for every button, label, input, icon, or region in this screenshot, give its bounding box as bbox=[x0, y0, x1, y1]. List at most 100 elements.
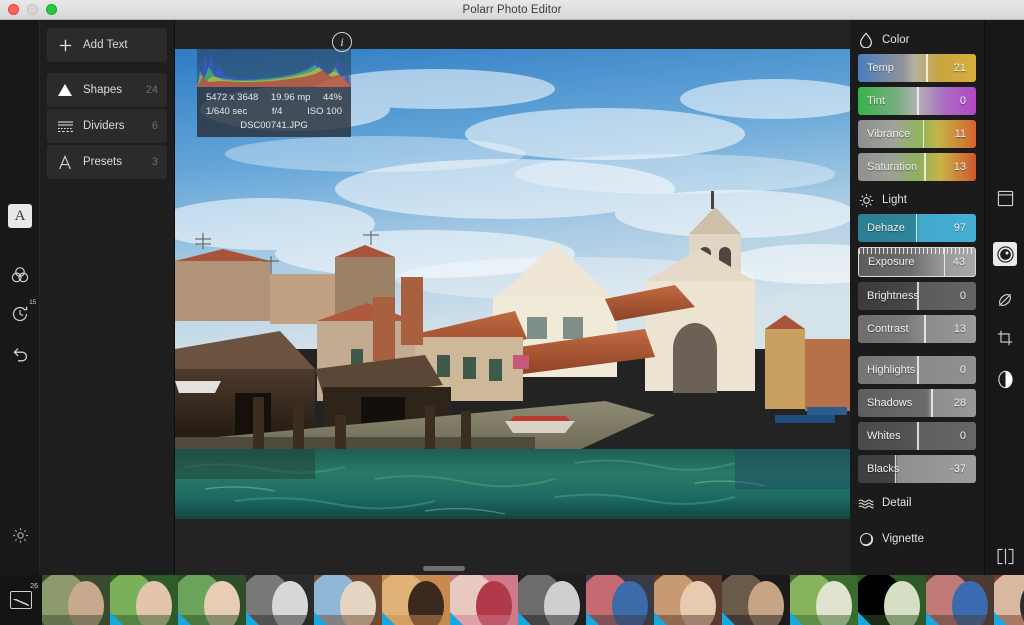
section-title-color: Color bbox=[882, 34, 910, 46]
slider-exposure[interactable]: Exposure 43 bbox=[858, 247, 976, 277]
aperture: f/4 bbox=[271, 106, 283, 117]
slider-knob[interactable] bbox=[924, 315, 926, 343]
filmstrip-thumbnail[interactable] bbox=[110, 575, 178, 625]
slider-vibrance[interactable]: Vibrance 11 bbox=[858, 120, 976, 148]
thumbnail-marker bbox=[382, 612, 395, 625]
slider-dehaze[interactable]: Dehaze 97 bbox=[858, 214, 976, 242]
slider-value: 0 bbox=[959, 430, 966, 442]
slider-value: 13 bbox=[953, 161, 966, 173]
slider-knob[interactable] bbox=[924, 153, 926, 181]
iso-value: ISO 100 bbox=[307, 106, 342, 117]
filmstrip-thumbnail[interactable] bbox=[246, 575, 314, 625]
photo-library-button[interactable]: 26 bbox=[0, 575, 42, 625]
gear-icon bbox=[12, 527, 28, 543]
info-button[interactable]: i bbox=[332, 32, 352, 52]
slider-saturation[interactable]: Saturation 13 bbox=[858, 153, 976, 181]
dividers-icon bbox=[56, 117, 74, 135]
thumbnail-marker bbox=[246, 612, 259, 625]
filmstrip-thumbnail[interactable] bbox=[790, 575, 858, 625]
section-header-color[interactable]: Color bbox=[850, 26, 984, 54]
dividers-button[interactable]: Dividers 6 bbox=[47, 109, 167, 143]
slider-label: Contrast bbox=[867, 323, 909, 335]
slider-knob[interactable] bbox=[931, 389, 933, 417]
slider-value: 28 bbox=[953, 397, 966, 409]
photo-count-badge: 26 bbox=[30, 583, 38, 590]
thumbnail-marker bbox=[314, 612, 327, 625]
slider-contrast[interactable]: Contrast 13 bbox=[858, 315, 976, 343]
filmstrip-thumbnail[interactable] bbox=[654, 575, 722, 625]
filmstrip-thumbnail[interactable] bbox=[926, 575, 994, 625]
image-megapixels: 19.96 mp bbox=[270, 92, 311, 103]
thumbnail-marker bbox=[178, 612, 191, 625]
slider-value: 21 bbox=[953, 62, 966, 74]
slider-knob[interactable] bbox=[915, 214, 918, 242]
thumbnail-image bbox=[42, 575, 110, 625]
slider-value: 0 bbox=[959, 95, 966, 107]
metadata-box: 5472 x 3648 19.96 mp 44% 1/640 sec f/4 I… bbox=[197, 87, 351, 137]
filmstrip-thumbnail[interactable] bbox=[858, 575, 926, 625]
droplet-icon bbox=[858, 32, 874, 48]
history-tool-button[interactable]: 15 bbox=[8, 299, 36, 326]
filmstrip-thumbnail[interactable] bbox=[586, 575, 654, 625]
slider-value: 97 bbox=[953, 222, 966, 234]
sun-icon bbox=[858, 192, 874, 208]
filmstrip-thumbnail[interactable] bbox=[994, 575, 1024, 625]
slider-knob[interactable] bbox=[917, 87, 919, 115]
frame-tool-button[interactable] bbox=[993, 186, 1017, 210]
adjust-tool-button[interactable] bbox=[993, 242, 1017, 266]
filmstrip-thumbnail[interactable] bbox=[722, 575, 790, 625]
mask-tool-button[interactable] bbox=[993, 367, 1017, 391]
thumbnail-marker bbox=[858, 612, 871, 625]
section-header-light[interactable]: Light bbox=[850, 186, 984, 214]
slider-label: Highlights bbox=[867, 364, 916, 376]
filmstrip-thumbnail[interactable] bbox=[450, 575, 518, 625]
presets-button[interactable]: Presets 3 bbox=[47, 145, 167, 179]
settings-button[interactable] bbox=[8, 523, 32, 547]
slider-value: -37 bbox=[950, 463, 966, 475]
undo-button[interactable] bbox=[8, 342, 32, 366]
crop-tool-button[interactable] bbox=[993, 326, 1017, 350]
slider-label: Vibrance bbox=[867, 128, 911, 140]
slider-tint[interactable]: Tint 0 bbox=[858, 87, 976, 115]
slider-blacks[interactable]: Blacks -37 bbox=[858, 455, 976, 483]
image-info-overlay: 5472 x 3648 19.96 mp 44% 1/640 sec f/4 I… bbox=[197, 47, 351, 137]
color-tool-button[interactable] bbox=[8, 263, 32, 287]
retouch-tool-button[interactable] bbox=[993, 288, 1017, 312]
panel-divider bbox=[40, 64, 174, 73]
filmstrip-thumbnail[interactable] bbox=[42, 575, 110, 625]
thumbnail-marker bbox=[926, 612, 939, 625]
section-header-vignette[interactable]: Vignette bbox=[850, 525, 984, 553]
histogram bbox=[197, 47, 351, 87]
filmstrip[interactable]: 26 bbox=[0, 575, 1024, 625]
slider-label: Dehaze bbox=[867, 222, 905, 234]
add-text-button[interactable]: Add Text bbox=[47, 28, 167, 62]
slider-brightness[interactable]: Brightness 0 bbox=[858, 282, 976, 310]
slider-shadows[interactable]: Shadows 28 bbox=[858, 389, 976, 417]
slider-whites[interactable]: Whites 0 bbox=[858, 422, 976, 450]
slider-temp[interactable]: Temp 21 bbox=[858, 54, 976, 82]
slider-knob[interactable] bbox=[917, 422, 919, 450]
slider-knob[interactable] bbox=[922, 120, 925, 148]
left-toolbar: A 15 bbox=[0, 20, 40, 575]
scrollbar-thumb[interactable] bbox=[423, 566, 465, 571]
filmstrip-track[interactable] bbox=[42, 575, 1024, 625]
section-title-light: Light bbox=[882, 194, 907, 206]
section-header-detail[interactable]: Detail bbox=[850, 489, 984, 517]
slider-knob[interactable] bbox=[917, 356, 919, 384]
filmstrip-thumbnail[interactable] bbox=[178, 575, 246, 625]
image-canvas-area[interactable]: i 5472 x 3648 19.96 mp 44% 1/640 sec f/4… bbox=[175, 20, 850, 575]
filmstrip-thumbnail[interactable] bbox=[382, 575, 450, 625]
compare-tool-button[interactable] bbox=[993, 544, 1017, 568]
filmstrip-thumbnail[interactable] bbox=[518, 575, 586, 625]
thumbnail-marker bbox=[790, 612, 803, 625]
thumbnail-marker bbox=[450, 612, 463, 625]
slider-highlights[interactable]: Highlights 0 bbox=[858, 356, 976, 384]
zoom-level: 44% bbox=[322, 92, 342, 103]
history-count-badge: 15 bbox=[29, 299, 36, 306]
text-tool-button[interactable]: A bbox=[8, 204, 32, 228]
canvas-horizontal-scrollbar[interactable] bbox=[175, 564, 850, 573]
slider-knob[interactable] bbox=[926, 54, 928, 82]
filmstrip-thumbnail[interactable] bbox=[314, 575, 382, 625]
shapes-button[interactable]: Shapes 24 bbox=[47, 73, 167, 107]
thumbnail-marker bbox=[994, 612, 1007, 625]
